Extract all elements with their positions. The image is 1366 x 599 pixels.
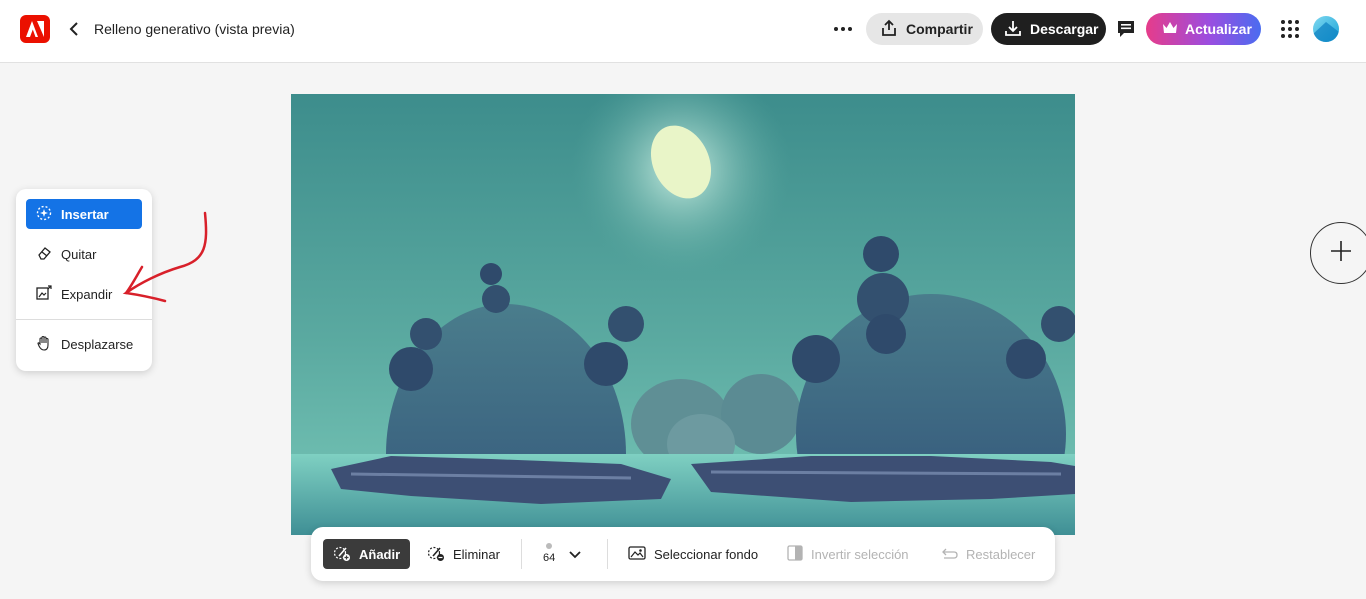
canvas-image[interactable] [291, 94, 1075, 535]
brush-size-control[interactable]: 64 [543, 541, 555, 569]
select-background-label: Seleccionar fondo [654, 546, 759, 562]
plus-icon [1329, 239, 1353, 268]
tool-expand-label: Expandir [61, 286, 113, 302]
download-label: Descargar [1030, 21, 1099, 37]
brush-size-value: 64 [543, 552, 556, 564]
remove-label: Eliminar [453, 546, 500, 562]
tool-remove[interactable]: Quitar [26, 239, 142, 269]
add-selection-button[interactable]: Añadir [323, 539, 411, 569]
download-icon [1004, 19, 1022, 40]
tool-divider [16, 319, 152, 320]
more-options-icon[interactable] [832, 18, 854, 40]
tool-pan[interactable]: Desplazarse [26, 329, 142, 359]
avatar[interactable] [1313, 16, 1339, 42]
reset-button[interactable]: Restablecer [940, 539, 1035, 569]
invert-icon [787, 544, 803, 564]
upgrade-button[interactable]: Actualizar [1146, 13, 1261, 45]
brush-dot-icon [546, 543, 553, 549]
share-button[interactable]: Compartir [866, 13, 983, 45]
expand-image-icon [36, 284, 52, 304]
back-arrow-icon[interactable] [66, 20, 82, 38]
share-icon [880, 19, 898, 40]
share-label: Compartir [906, 21, 973, 37]
tool-remove-label: Quitar [61, 246, 97, 262]
chevron-down-icon [569, 547, 581, 562]
hand-icon [36, 335, 52, 354]
image-icon [628, 545, 646, 564]
select-background-button[interactable]: Seleccionar fondo [628, 539, 758, 569]
tool-panel: Insertar Quitar Expandir Desplazarse [16, 189, 152, 371]
upgrade-label: Actualizar [1185, 21, 1252, 37]
top-bar: Relleno generativo (vista previa) Compar… [0, 0, 1366, 63]
comment-icon[interactable] [1116, 19, 1136, 39]
page-title: Relleno generativo (vista previa) [94, 21, 295, 37]
crown-icon [1162, 21, 1178, 38]
tool-insert[interactable]: Insertar [26, 199, 142, 229]
undo-icon [940, 546, 958, 563]
selection-toolbar: Añadir Eliminar 64 Seleccionar fondo Inv… [311, 527, 1055, 581]
add-canvas-button[interactable] [1310, 222, 1366, 284]
tool-pan-label: Desplazarse [61, 336, 134, 352]
toolbar-divider [607, 539, 608, 569]
insert-sparkle-icon [36, 205, 52, 224]
download-button[interactable]: Descargar [991, 13, 1106, 45]
brush-add-icon [333, 544, 351, 565]
add-label: Añadir [359, 546, 401, 562]
adobe-logo-icon[interactable] [20, 15, 50, 43]
brush-subtract-icon [427, 544, 445, 565]
apps-grid-icon[interactable] [1280, 19, 1300, 39]
invert-selection-button[interactable]: Invertir selección [787, 539, 909, 569]
eraser-icon [36, 245, 52, 264]
reset-label: Restablecer [966, 546, 1036, 562]
invert-selection-label: Invertir selección [811, 546, 909, 562]
tool-expand[interactable]: Expandir [26, 279, 142, 309]
tool-insert-label: Insertar [61, 206, 109, 222]
toolbar-divider [521, 539, 522, 569]
brush-size-dropdown[interactable] [569, 539, 581, 569]
remove-selection-button[interactable]: Eliminar [427, 539, 500, 569]
